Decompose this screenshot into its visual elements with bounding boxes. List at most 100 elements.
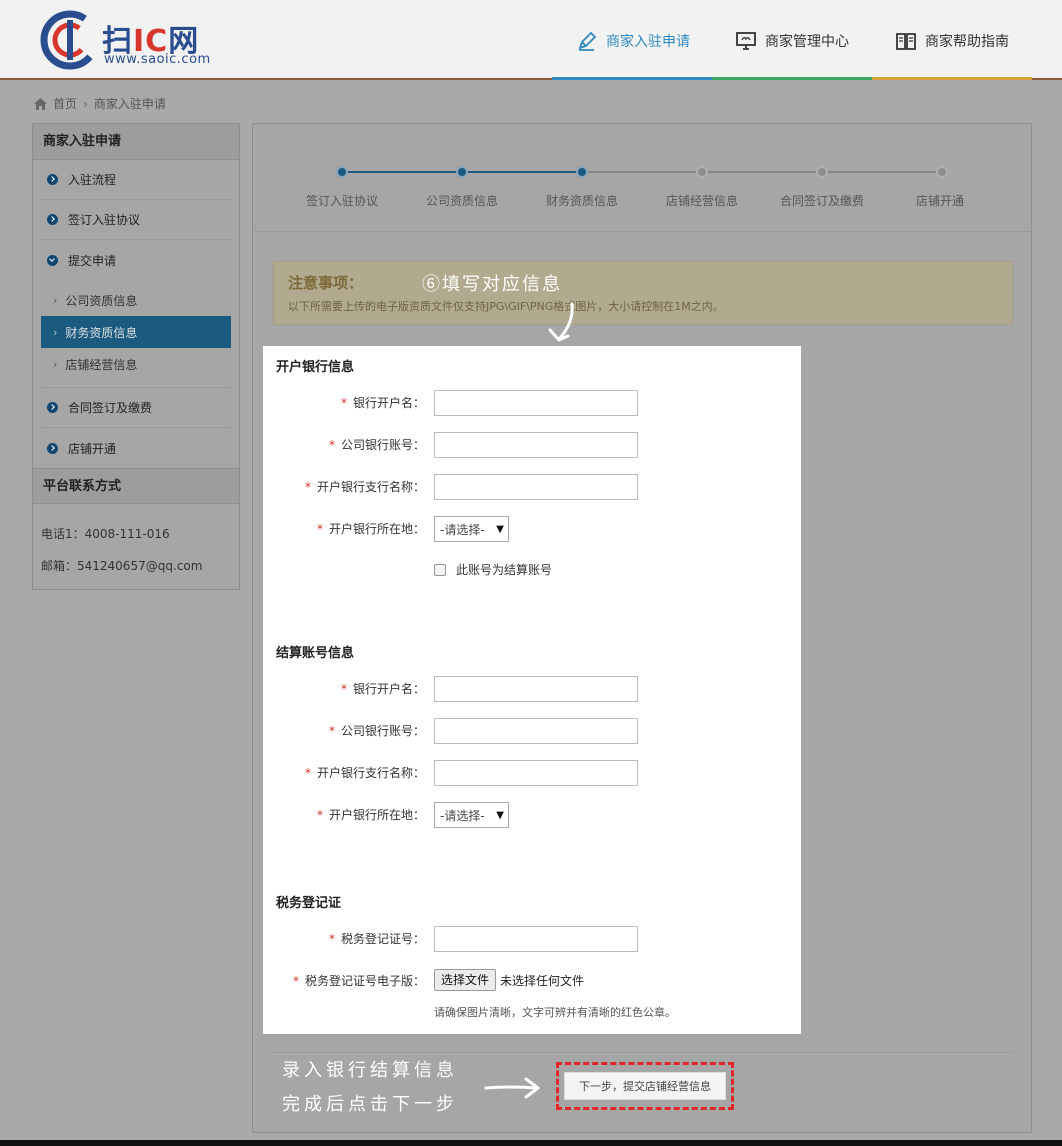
- bottom-strip: [0, 1140, 1062, 1146]
- notice-title: 注意事项：: [288, 274, 364, 292]
- logo-mark-icon: [40, 10, 100, 70]
- required-icon: *: [304, 766, 311, 780]
- required-icon: *: [328, 438, 335, 452]
- next-step-button[interactable]: 下一步，提交店铺经营信息: [564, 1072, 726, 1100]
- section-title-settlement: 结算账号信息: [276, 646, 355, 661]
- settle-branch-input[interactable]: [434, 760, 638, 786]
- chevron-right-icon: ›: [53, 325, 58, 339]
- label-settle-location: * 开户银行所在地：: [316, 808, 425, 822]
- required-icon: *: [316, 808, 323, 822]
- settle-account-no-input[interactable]: [434, 718, 638, 744]
- bank-branch-input[interactable]: [434, 474, 638, 500]
- notice-text: 以下所需要上传的电子版资质文件仅支持JPG\GIF\PNG格式图片，大小请控制在…: [288, 300, 724, 313]
- step-dot: [936, 166, 948, 178]
- nav-merchant-apply[interactable]: 商家入驻申请: [576, 30, 690, 52]
- header-divider: [0, 77, 1062, 80]
- bank-account-name-input[interactable]: [434, 390, 638, 416]
- required-icon: *: [328, 724, 335, 738]
- site-logo[interactable]: 扫IC网 www.saoic.com: [40, 10, 220, 70]
- bottom-divider: [272, 1052, 1012, 1053]
- file-status: 未选择任何文件: [500, 973, 585, 988]
- required-icon: *: [304, 480, 311, 494]
- pen-icon: [578, 31, 597, 51]
- step-dot: [816, 166, 828, 178]
- settle-location-select[interactable]: -请选择- ▼: [434, 802, 509, 828]
- chevron-down-icon: [47, 254, 58, 266]
- label-branch: * 开户银行支行名称：: [304, 480, 425, 494]
- caret-down-icon: ▼: [496, 809, 504, 821]
- notice-box: 注意事项： 以下所需要上传的电子版资质文件仅支持JPG\GIF\PNG格式图片，…: [273, 261, 1013, 325]
- chevron-right-icon: ›: [53, 357, 58, 371]
- home-icon: [34, 97, 47, 110]
- next-button-highlight: 下一步，提交店铺经营信息: [556, 1062, 734, 1110]
- breadcrumb-current: 商家入驻申请: [93, 97, 166, 111]
- contact-info: 电话1：4008-111-016 邮箱：541240657@qq.com: [33, 504, 239, 582]
- monitor-icon: [736, 32, 756, 50]
- settle-account-name-input[interactable]: [434, 676, 638, 702]
- chevron-right-icon: [47, 442, 58, 454]
- arrow-right-icon: [484, 1077, 540, 1099]
- sidebar-subitem-finance[interactable]: › 财务资质信息: [41, 316, 231, 348]
- sidebar-title: 商家入驻申请: [33, 124, 239, 160]
- sidebar-item-agreement[interactable]: 签订入驻协议: [41, 200, 231, 240]
- file-hint: 请确保图片清晰，文字可辨并有清晰的红色公章。: [434, 1006, 676, 1019]
- label-settle-account-no: * 公司银行账号：: [328, 724, 425, 738]
- step-dot: [456, 166, 468, 178]
- progress-steps: 签订入驻协议 公司资质信息 财务资质信息 店铺经营信息 合同签订及缴费 店铺开通: [253, 124, 1031, 232]
- step-label: 合同签订及缴费: [779, 194, 865, 208]
- chevron-right-icon: [47, 214, 58, 225]
- step-line-pending: [582, 171, 942, 173]
- required-icon: *: [328, 932, 335, 946]
- step-label: 店铺开通: [915, 194, 965, 208]
- label-tax-file: * 税务登记证号电子版：: [292, 974, 425, 988]
- sidebar-item-contract[interactable]: 合同签订及缴费: [41, 388, 231, 428]
- same-account-checkbox[interactable]: [434, 563, 446, 576]
- required-icon: *: [340, 396, 347, 410]
- section-title-tax: 税务登记证: [276, 896, 342, 911]
- site-header: 扫IC网 www.saoic.com 商家入驻申请 商家管理中心 商家帮助指南: [0, 0, 1062, 80]
- annotation-bottom-line1: 录入银行结算信息: [282, 1060, 458, 1081]
- step-dot: [576, 166, 588, 178]
- breadcrumb-separator: ›: [83, 96, 88, 111]
- tax-no-input[interactable]: [434, 926, 638, 952]
- step-dot: [336, 166, 348, 178]
- contact-title: 平台联系方式: [33, 468, 239, 504]
- book-icon: [896, 33, 916, 50]
- finance-form-card: 开户银行信息 * 银行开户名： * 公司银行账号： * 开户银行支行名称： * 开户银行…: [263, 346, 801, 1034]
- label-account-no: * 公司银行账号：: [328, 438, 425, 452]
- bank-location-select[interactable]: -请选择- ▼: [434, 516, 509, 542]
- step-label: 签订入驻协议: [305, 194, 379, 208]
- annotation-bottom-line2: 完成后点击下一步: [282, 1094, 458, 1115]
- arrow-down-icon: [548, 302, 574, 342]
- sidebar-item-process[interactable]: 入驻流程: [41, 160, 231, 200]
- sidebar-subitem-company[interactable]: › 公司资质信息: [41, 284, 231, 316]
- nav-merchant-center[interactable]: 商家管理中心: [735, 30, 849, 52]
- chevron-right-icon: ›: [53, 293, 58, 307]
- sidebar-item-open-store[interactable]: 店铺开通: [41, 428, 231, 468]
- nav-merchant-help[interactable]: 商家帮助指南: [895, 30, 1009, 52]
- label-settle-branch: * 开户银行支行名称：: [304, 766, 425, 780]
- label-tax-no: * 税务登记证号：: [328, 932, 425, 946]
- chevron-right-icon: [47, 174, 58, 185]
- sidebar-subitem-store[interactable]: › 店铺经营信息: [41, 348, 231, 380]
- choose-file-button[interactable]: 选择文件: [434, 969, 497, 991]
- sidebar: 商家入驻申请 入驻流程 签订入驻协议 提交申请 › 公司资质信息 › 财务资质信…: [32, 123, 240, 590]
- contact-phone: 电话1：4008-111-016: [41, 527, 170, 541]
- tax-file-upload: 选择文件 未选择任何文件: [434, 969, 584, 991]
- label-settle-account-name: * 银行开户名：: [340, 682, 425, 696]
- contact-email: 邮箱：541240657@qq.com: [41, 559, 203, 573]
- step-label: 店铺经营信息: [665, 194, 739, 208]
- logo-url: www.saoic.com: [104, 52, 211, 67]
- caret-down-icon: ▼: [496, 523, 504, 535]
- required-icon: *: [292, 974, 299, 988]
- step-dot: [696, 166, 708, 178]
- section-title-bank: 开户银行信息: [276, 360, 355, 375]
- step-label: 公司资质信息: [425, 194, 499, 208]
- step-label: 财务资质信息: [545, 194, 619, 208]
- same-account-row: 此账号为结算账号: [434, 561, 552, 578]
- breadcrumb-home[interactable]: 首页: [53, 95, 77, 112]
- bank-account-no-input[interactable]: [434, 432, 638, 458]
- annotation-top: ⑥填写对应信息: [422, 274, 562, 295]
- sidebar-item-submit[interactable]: 提交申请: [41, 240, 231, 280]
- label-location: * 开户银行所在地：: [316, 522, 425, 536]
